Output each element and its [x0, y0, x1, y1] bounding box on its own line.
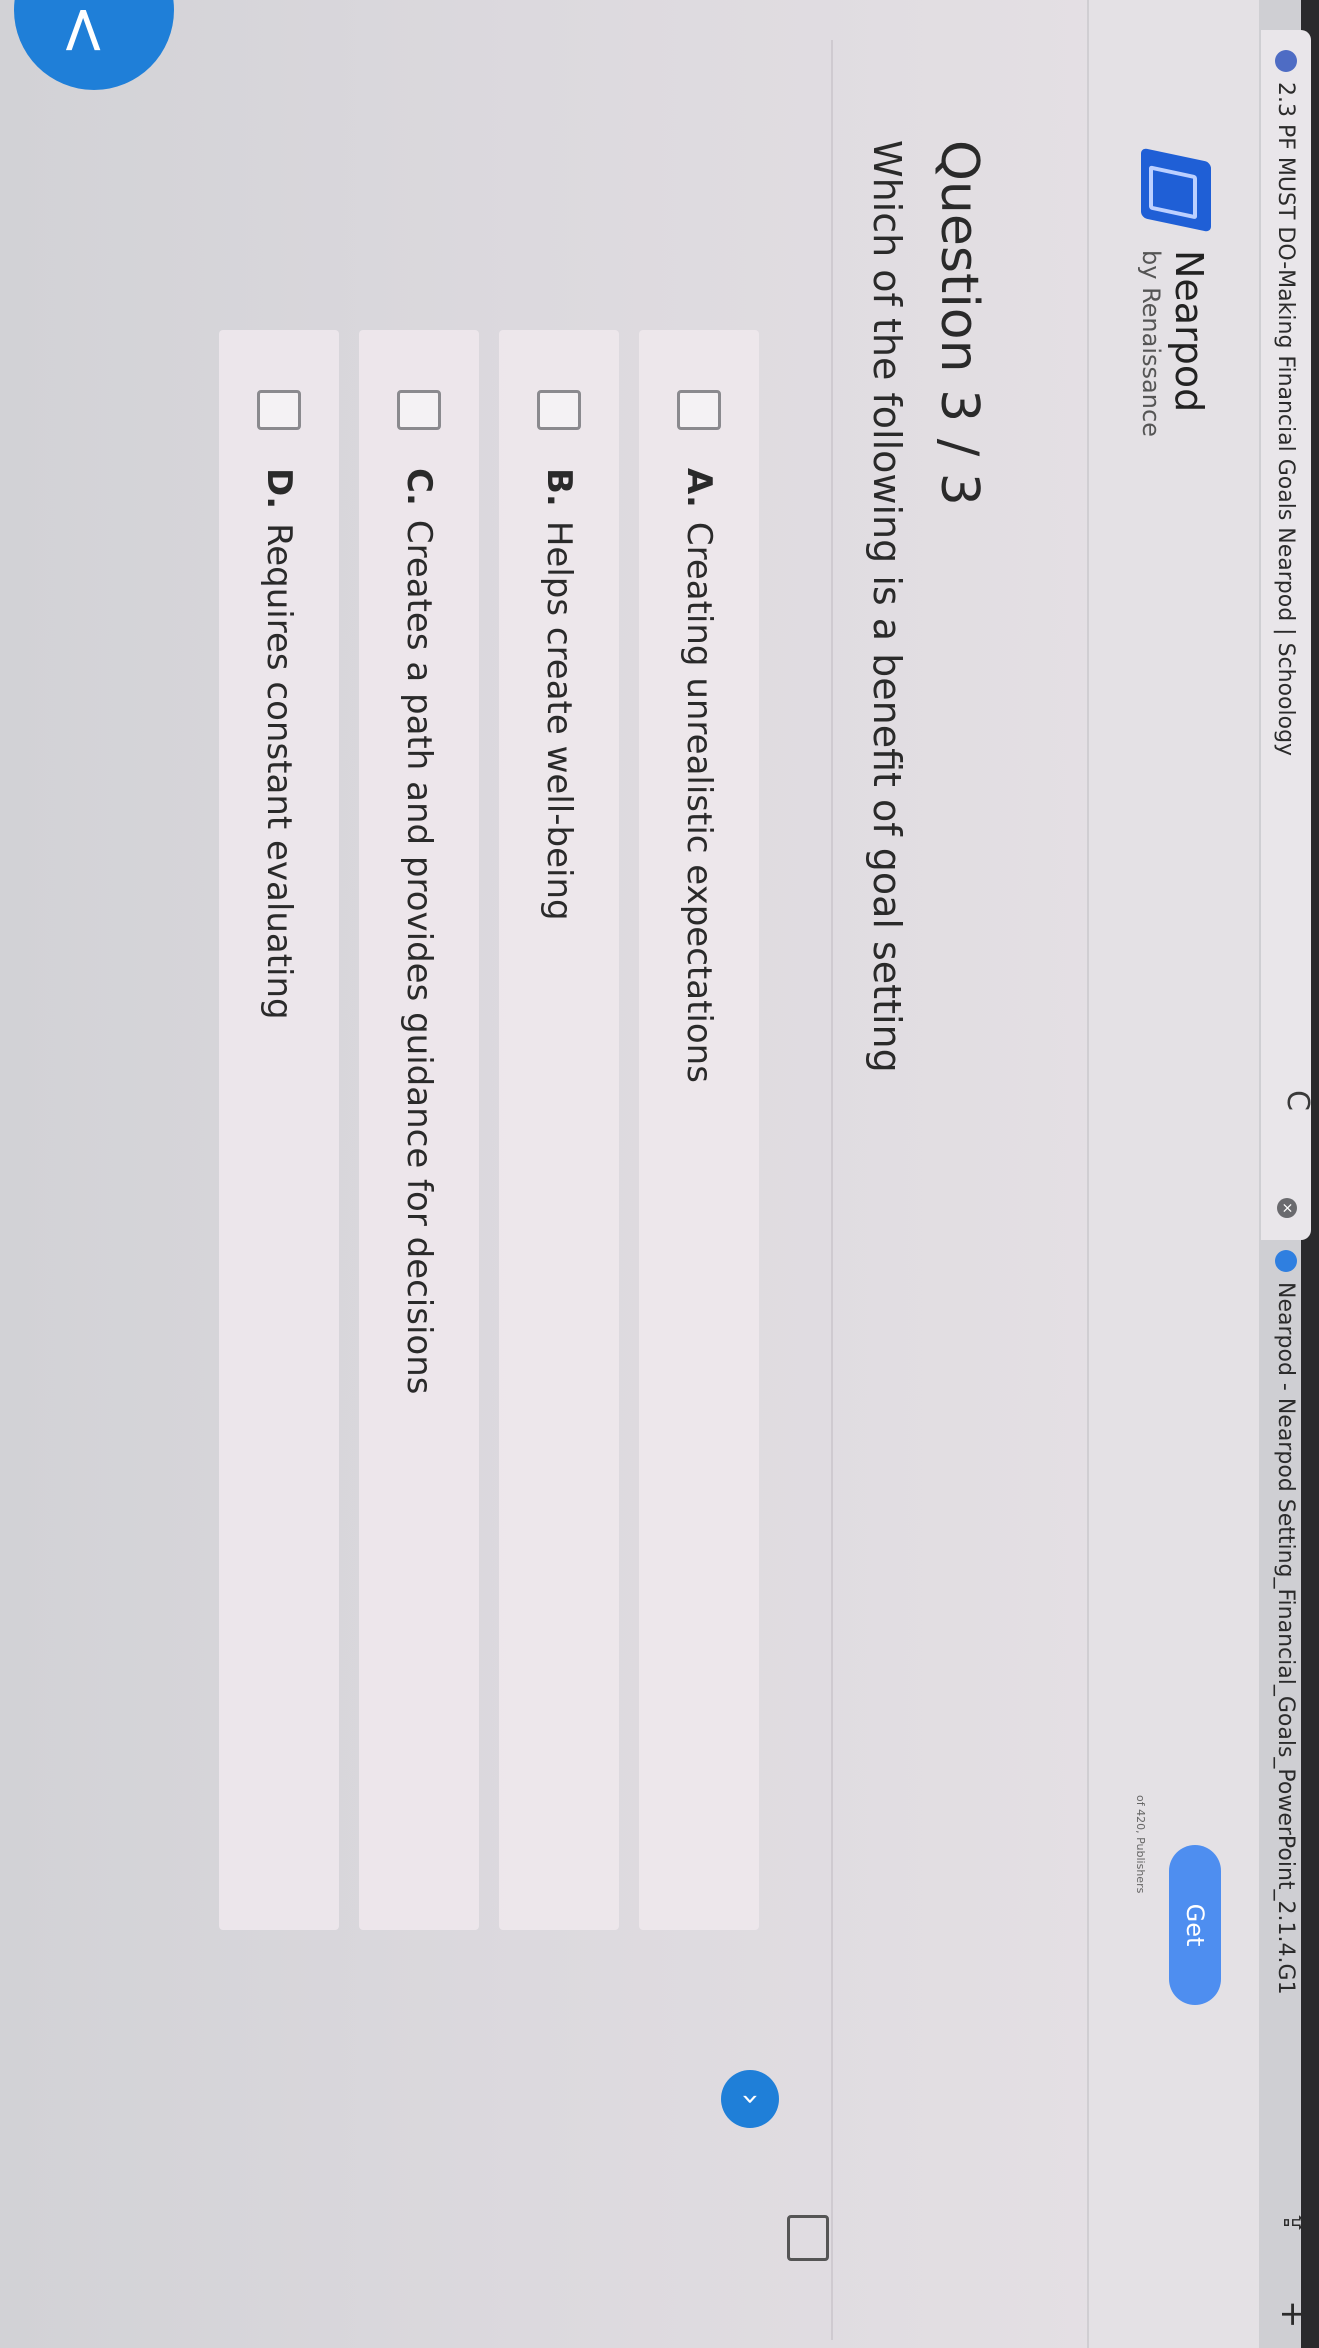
checkbox[interactable]: [257, 390, 301, 430]
answer-option-c[interactable]: C. Creates a path and provides guidance …: [359, 330, 479, 1930]
divider: [831, 40, 833, 2340]
brand-name: Nearpod: [1167, 250, 1211, 413]
tab-schoology[interactable]: 2.3 PF MUST DO-Making Financial Goals Ne…: [1261, 30, 1311, 1240]
brand-subtitle: by Renaissance: [1137, 250, 1165, 437]
option-text: Creating unrealistic expectations: [679, 521, 719, 1083]
browser-tab-bar: 2.3 PF MUST DO-Making Financial Goals Ne…: [1259, 0, 1319, 2348]
question-title: Question 3 / 3: [929, 140, 989, 506]
next-chevron-icon[interactable]: ›: [721, 2070, 779, 2128]
nearpod-header: Nearpod by Renaissance Get of 420, Publi…: [1087, 0, 1259, 2348]
get-button[interactable]: Get: [1169, 1845, 1221, 2005]
option-text: Creates a path and provides guidance for…: [399, 519, 439, 1395]
option-text: Helps create well-being: [539, 520, 579, 921]
publisher-label: of 420, Publishers: [1134, 1795, 1147, 1894]
share-icon[interactable]: ⇪: [1276, 2210, 1311, 2235]
tab-nearpod[interactable]: Nearpod - Nearpod Setting_Financial_Goal…: [1261, 1240, 1311, 2250]
tab-title: 2.3 PF MUST DO-Making Financial Goals Ne…: [1273, 82, 1299, 757]
nearpod-logo-icon: [1141, 147, 1211, 233]
reload-icon[interactable]: C: [1280, 1090, 1315, 1111]
nearpod-favicon-icon: [1275, 1250, 1297, 1272]
tab-title: Nearpod - Nearpod Setting_Financial_Goal…: [1273, 1282, 1299, 1995]
plus-icon[interactable]: +: [1273, 2300, 1313, 2329]
checkbox[interactable]: [537, 390, 581, 430]
option-letter: D.: [259, 468, 299, 510]
back-chevron-icon[interactable]: <: [14, 0, 174, 90]
option-letter: C.: [399, 468, 439, 506]
screen-frame: 2.3 PF MUST DO-Making Financial Goals Ne…: [0, 0, 1319, 2348]
option-letter: B.: [539, 468, 579, 507]
checkbox[interactable]: [397, 390, 441, 430]
answer-option-a[interactable]: A. Creating unrealistic expectations: [639, 330, 759, 1930]
answer-option-b[interactable]: B. Helps create well-being: [499, 330, 619, 1930]
answer-option-d[interactable]: D. Requires constant evaluating: [219, 330, 339, 1930]
checkbox[interactable]: [677, 390, 721, 430]
brand: Nearpod by Renaissance: [1137, 250, 1211, 437]
option-text: Requires constant evaluating: [259, 523, 299, 1020]
fullscreen-icon[interactable]: [787, 2215, 829, 2261]
option-letter: A.: [679, 468, 719, 508]
schoology-favicon-icon: [1275, 50, 1297, 72]
question-text: Which of the following is a benefit of g…: [865, 140, 909, 1073]
close-icon[interactable]: ×: [1277, 1198, 1297, 1218]
